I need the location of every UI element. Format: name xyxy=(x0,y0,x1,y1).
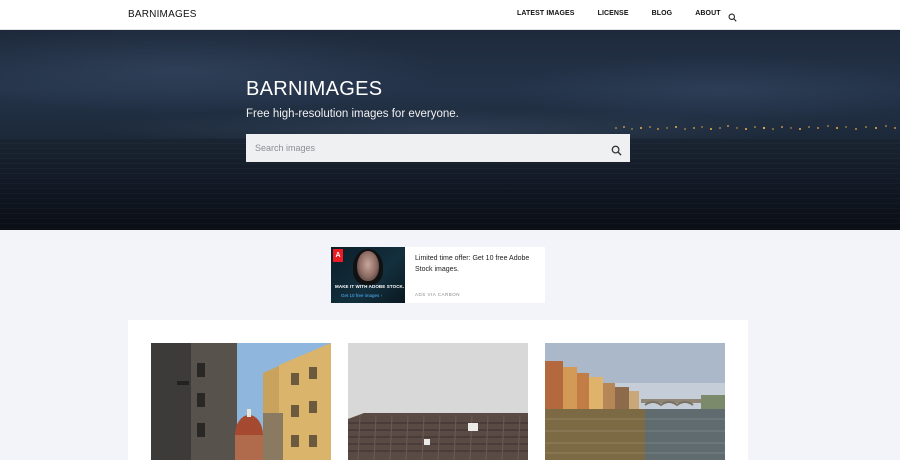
ad-image[interactable]: A MAKE IT WITH ADOBE STOCK. Get 10 free … xyxy=(331,247,405,303)
photo-florence-street-graphic xyxy=(151,343,331,460)
gallery-photo-roof[interactable] xyxy=(348,343,528,460)
ad-via-carbon[interactable]: ADS VIA CARBON xyxy=(415,292,460,297)
ad-portrait-face xyxy=(357,251,379,281)
site-logo[interactable]: BARNIMAGES xyxy=(128,9,197,20)
ad-image-cta: Get 10 free images › xyxy=(341,293,383,298)
nav-license[interactable]: LICENSE xyxy=(598,10,629,17)
adobe-logo-icon: A xyxy=(333,249,343,262)
search-icon[interactable] xyxy=(728,9,737,22)
search-input[interactable] xyxy=(246,134,601,162)
top-navbar: BARNIMAGES LATEST IMAGES LICENSE BLOG AB… xyxy=(0,0,900,30)
hero-banner: BARNIMAGES Free high-resolution images f… xyxy=(0,30,900,230)
photo-river-graphic xyxy=(545,343,725,460)
ad-text[interactable]: Limited time offer: Get 10 free Adobe St… xyxy=(415,253,541,275)
nav-about[interactable]: ABOUT xyxy=(695,10,720,17)
nav-latest-images[interactable]: LATEST IMAGES xyxy=(517,10,575,17)
city-lights xyxy=(615,125,896,130)
gallery-photo-river[interactable] xyxy=(545,343,725,460)
hero-search-bar xyxy=(246,134,630,162)
ad-image-caption: MAKE IT WITH ADOBE STOCK. xyxy=(335,284,405,289)
nav-blog[interactable]: BLOG xyxy=(652,10,673,17)
hero-title: BARNIMAGES xyxy=(246,78,383,100)
gallery-photo-florence-street[interactable] xyxy=(151,343,331,460)
hero-tagline: Free high-resolution images for everyone… xyxy=(246,108,459,120)
carbon-ad[interactable]: A MAKE IT WITH ADOBE STOCK. Get 10 free … xyxy=(331,247,545,303)
image-gallery xyxy=(128,320,748,460)
search-icon[interactable] xyxy=(611,143,622,156)
photo-roof-graphic xyxy=(348,343,528,460)
main-nav: LATEST IMAGES LICENSE BLOG ABOUT xyxy=(517,10,744,17)
